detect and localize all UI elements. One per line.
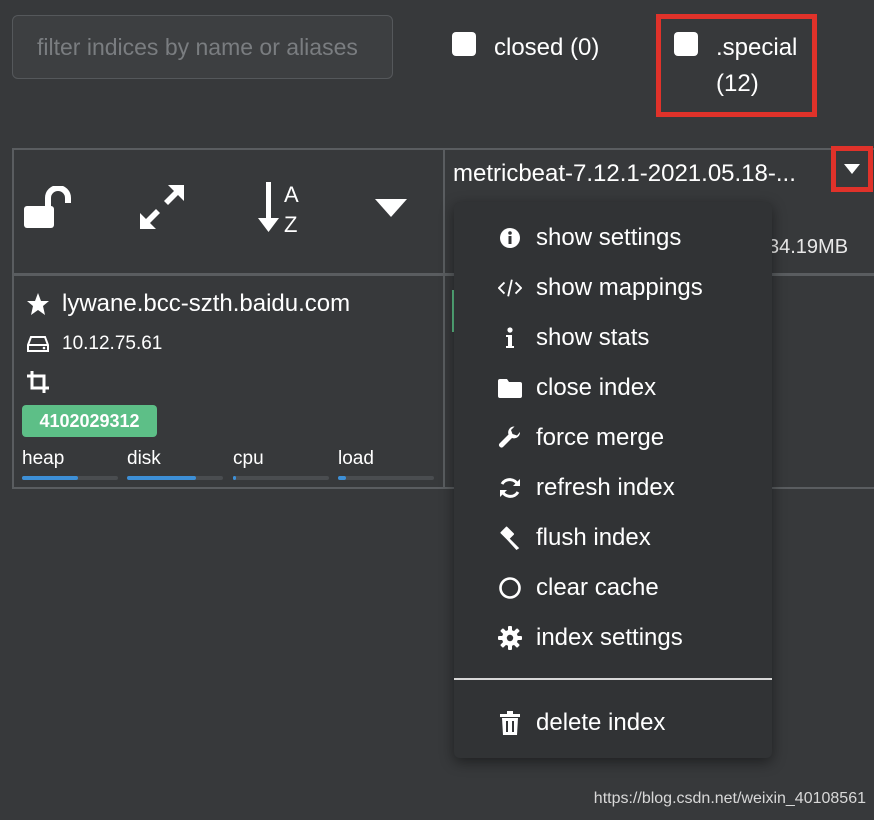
menu-item-label: index settings bbox=[536, 624, 683, 651]
closed-checkbox-label: closed (0) bbox=[494, 34, 600, 61]
menu-item-label: force merge bbox=[536, 424, 665, 451]
caret-down-icon[interactable] bbox=[375, 199, 407, 222]
menu-item-label: flush index bbox=[536, 524, 651, 551]
menu-divider bbox=[454, 678, 772, 680]
node-ip: 10.12.75.61 bbox=[62, 333, 163, 354]
metric-heap-bar bbox=[22, 476, 118, 480]
gavel-icon bbox=[498, 526, 522, 550]
circle-icon bbox=[498, 576, 522, 600]
menu-item-show-settings[interactable]: show settings bbox=[454, 214, 772, 262]
menu-item-label: show stats bbox=[536, 324, 650, 351]
special-label-line2: (12) bbox=[716, 70, 759, 97]
folder-icon bbox=[498, 376, 522, 400]
menu-item-clear-cache[interactable]: clear cache bbox=[454, 564, 772, 612]
menu-item-force-merge[interactable]: force merge bbox=[454, 414, 772, 462]
index-menu-caret-button[interactable] bbox=[831, 146, 873, 192]
sort-alpha-icon[interactable]: A Z bbox=[258, 180, 306, 241]
menu-item-close-index[interactable]: close index bbox=[454, 364, 772, 412]
table-left-border bbox=[12, 148, 14, 489]
watermark: https://blog.csdn.net/weixin_40108561 bbox=[593, 790, 866, 807]
metric-cpu-fill bbox=[233, 476, 236, 480]
info-circle-icon bbox=[498, 226, 522, 250]
node-id-badge: 4102029312 bbox=[22, 405, 157, 437]
gear-icon bbox=[498, 626, 522, 650]
menu-item-label: delete index bbox=[536, 709, 666, 736]
metric-disk-bar bbox=[127, 476, 223, 480]
menu-item-flush-index[interactable]: flush index bbox=[454, 514, 772, 562]
metric-disk-label: disk bbox=[127, 448, 161, 469]
menu-item-label: close index bbox=[536, 374, 657, 401]
crop-icon bbox=[26, 370, 50, 399]
special-label-line1: .special bbox=[716, 34, 798, 61]
index-title[interactable]: metricbeat-7.12.1-2021.05.18-... bbox=[453, 160, 796, 188]
index-actions-menu: show settings show mappings show stats c… bbox=[454, 202, 772, 758]
menu-item-refresh-index[interactable]: refresh index bbox=[454, 464, 772, 512]
filter-indices-input[interactable] bbox=[12, 15, 393, 79]
trash-icon bbox=[498, 711, 522, 735]
special-checkbox[interactable] bbox=[674, 32, 698, 56]
svg-text:Z: Z bbox=[284, 212, 297, 236]
table-column-divider bbox=[443, 148, 445, 489]
metric-disk-fill bbox=[127, 476, 197, 480]
info-icon bbox=[498, 326, 522, 350]
star-icon bbox=[26, 292, 50, 321]
wrench-icon bbox=[498, 426, 522, 450]
metric-cpu-label: cpu bbox=[233, 448, 264, 469]
metric-load-bar bbox=[338, 476, 434, 480]
metric-heap-label: heap bbox=[22, 448, 65, 469]
menu-item-show-mappings[interactable]: show mappings bbox=[454, 264, 772, 312]
closed-checkbox-group[interactable]: closed (0) bbox=[452, 30, 599, 66]
menu-item-delete-index[interactable]: delete index bbox=[454, 699, 772, 747]
menu-item-index-settings[interactable]: index settings bbox=[454, 614, 772, 662]
metric-load-label: load bbox=[338, 448, 374, 469]
node-name: lywane.bcc-szth.baidu.com bbox=[62, 290, 351, 317]
code-icon bbox=[498, 276, 522, 300]
lock-open-icon[interactable] bbox=[22, 185, 72, 235]
menu-item-show-stats[interactable]: show stats bbox=[454, 314, 772, 362]
metric-heap-fill bbox=[22, 476, 78, 480]
expand-icon[interactable] bbox=[138, 183, 186, 236]
hdd-icon bbox=[26, 335, 50, 358]
metric-cpu-bar bbox=[233, 476, 329, 480]
menu-item-label: show mappings bbox=[536, 274, 703, 301]
caret-down-icon bbox=[844, 164, 860, 174]
special-checkbox-label: .special (12) bbox=[716, 30, 797, 102]
index-size: 34.19MB bbox=[768, 236, 849, 258]
menu-item-label: refresh index bbox=[536, 474, 675, 501]
svg-text:A: A bbox=[284, 182, 299, 207]
special-checkbox-group[interactable]: .special (12) bbox=[674, 30, 797, 102]
menu-item-label: show settings bbox=[536, 224, 682, 251]
closed-checkbox[interactable] bbox=[452, 32, 476, 56]
refresh-icon bbox=[498, 476, 522, 500]
metric-load-fill bbox=[338, 476, 346, 480]
menu-item-label: clear cache bbox=[536, 574, 659, 601]
